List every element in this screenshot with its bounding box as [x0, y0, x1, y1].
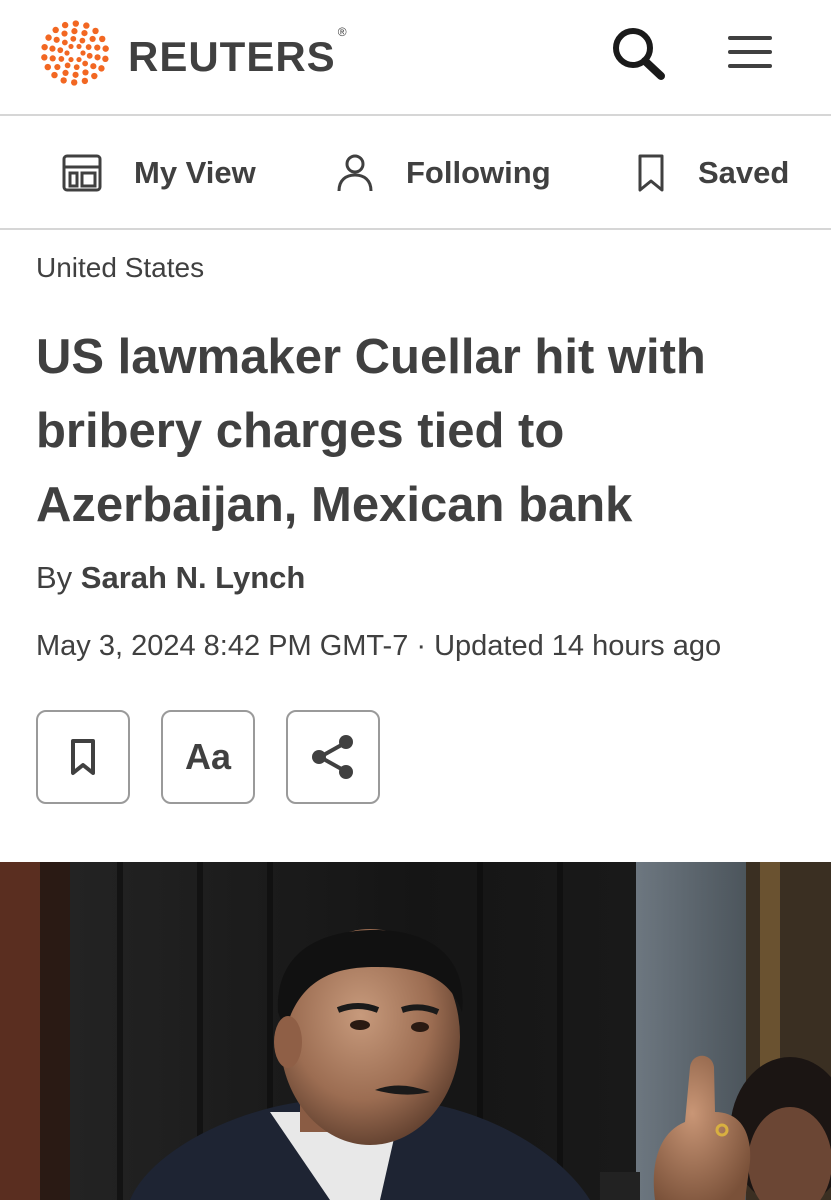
- reuters-logo-icon: [41, 20, 109, 86]
- article-dateline: May 3, 2024 8:42 PM GMT-7 · Updated 14 h…: [36, 630, 722, 662]
- text-size-button[interactable]: Aa: [161, 710, 255, 804]
- author-link[interactable]: Sarah N. Lynch: [81, 560, 306, 595]
- search-button[interactable]: [606, 24, 670, 84]
- nav-saved-label: Saved: [698, 155, 790, 190]
- article-photo[interactable]: [0, 862, 831, 1200]
- bookmark-article-button[interactable]: [36, 710, 130, 804]
- nav-following[interactable]: Following: [336, 118, 551, 228]
- person-icon: [337, 154, 373, 192]
- top-bar: REUTERS®: [0, 0, 831, 116]
- article-headline: US lawmaker Cuellar hit with bribery cha…: [36, 330, 706, 532]
- brand-wordmark[interactable]: REUTERS®: [128, 25, 348, 81]
- byline: By Sarah N. Lynch: [36, 560, 305, 596]
- nav-following-label: Following: [406, 155, 551, 190]
- share-icon: [312, 735, 353, 779]
- search-icon: [613, 28, 665, 80]
- reuters-logo[interactable]: [36, 18, 114, 88]
- text-size-label: Aa: [184, 736, 232, 777]
- layout-icon: [62, 154, 102, 192]
- nav-my-view[interactable]: My View: [62, 118, 256, 228]
- nav-saved[interactable]: Saved: [636, 118, 789, 228]
- article-photo-image: [0, 862, 831, 1200]
- hamburger-menu-icon: [728, 36, 772, 68]
- brand-name: REUTERS: [128, 33, 336, 80]
- registered-mark: ®: [337, 25, 348, 39]
- bookmark-icon: [638, 154, 664, 192]
- nav-my-view-label: My View: [134, 155, 256, 190]
- section-nav: My View Following Saved: [0, 118, 831, 230]
- byline-prefix: By: [36, 560, 81, 595]
- menu-button[interactable]: [720, 28, 780, 78]
- share-button[interactable]: [286, 710, 380, 804]
- section-link[interactable]: United States: [36, 252, 204, 284]
- bookmark-icon: [71, 739, 95, 775]
